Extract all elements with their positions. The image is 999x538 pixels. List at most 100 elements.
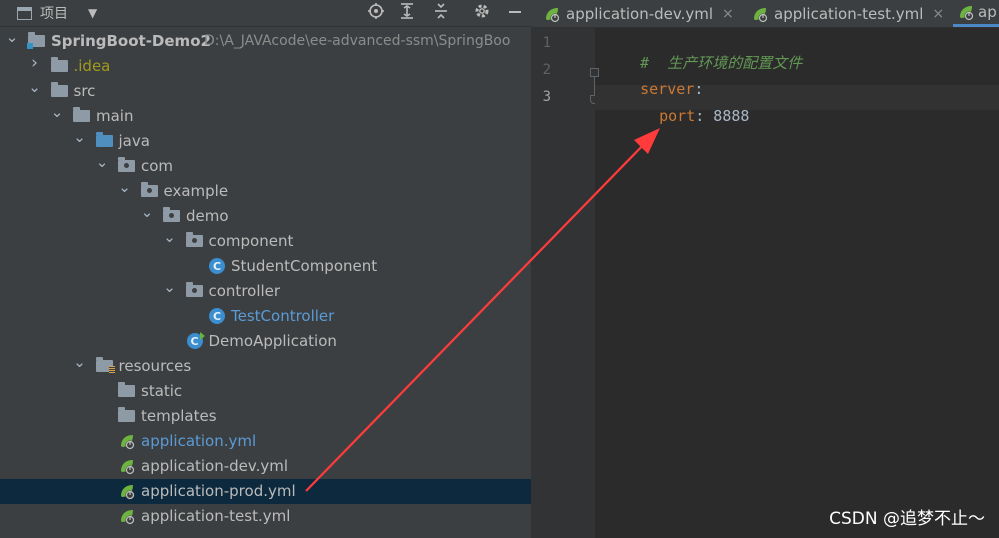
chevron-down-icon[interactable]: ⌄ xyxy=(163,228,176,246)
tab-application-prod[interactable]: ap xyxy=(953,0,999,27)
chevron-down-icon[interactable]: ⌄ xyxy=(51,103,64,121)
spring-boot-class-icon: C xyxy=(186,332,205,349)
folder-icon xyxy=(50,57,68,72)
class-icon: C xyxy=(209,308,225,324)
tree-item-resources[interactable]: ⌄ resources xyxy=(0,353,531,379)
tree-item-application-yml[interactable]: application.yml xyxy=(0,429,531,454)
tree-item-label: application-prod.yml xyxy=(141,482,296,500)
tree-item-label: component xyxy=(208,232,294,250)
tab-label: ap xyxy=(978,3,997,21)
package-icon xyxy=(140,182,158,197)
tree-item-application-dev-yml[interactable]: application-dev.yml xyxy=(0,454,531,479)
chevron-down-icon[interactable]: ⌄ xyxy=(73,353,86,371)
tab-application-test[interactable]: application-test.yml × xyxy=(751,0,944,27)
line-number: 1 xyxy=(542,35,551,51)
tree-item-label: static xyxy=(141,382,183,400)
tree-item-label: demo xyxy=(186,207,229,225)
tab-label: application-dev.yml xyxy=(566,4,714,23)
watermark: CSDN @追梦不止～ xyxy=(829,509,985,529)
project-view-selector[interactable]: 项目 ▼ xyxy=(17,3,97,23)
tree-item-springboot-demo2[interactable]: ⌄ SpringBoot-Demo2 D:\A_JAVAcode\ee-advanc… xyxy=(0,28,531,54)
tree-item-component[interactable]: ⌄ component xyxy=(0,228,531,254)
tree-item-application-test-yml[interactable]: application-test.yml xyxy=(0,504,531,529)
yaml-colon: : xyxy=(695,107,705,125)
tree-item-com[interactable]: ⌄ com xyxy=(0,153,531,179)
tree-item-templates[interactable]: templates xyxy=(0,404,531,429)
tree-item-label: DemoApplication xyxy=(208,332,337,350)
folder-icon xyxy=(118,382,135,397)
module-folder-icon xyxy=(27,32,45,49)
chevron-right-icon[interactable]: › xyxy=(29,53,41,73)
chevron-down-icon[interactable]: ⌄ xyxy=(73,128,86,146)
tree-item-studentcomponent[interactable]: C StudentComponent xyxy=(0,254,531,279)
tree-item-demo[interactable]: ⌄ demo xyxy=(0,203,531,229)
locate-icon[interactable] xyxy=(365,0,387,22)
tree-item-label: templates xyxy=(141,407,217,425)
folder-icon xyxy=(50,82,68,97)
tree-item-java[interactable]: ⌄ java xyxy=(0,128,531,154)
close-icon[interactable]: × xyxy=(932,6,944,22)
editor-area: application-dev.yml × application-test.y… xyxy=(531,0,999,538)
yaml-key: port xyxy=(659,107,696,125)
package-icon xyxy=(185,282,203,297)
minimize-icon[interactable] xyxy=(504,0,526,22)
project-panel-header: 项目 ▼ xyxy=(0,0,531,27)
tab-label: application-test.yml xyxy=(774,4,924,23)
package-icon xyxy=(185,232,203,247)
tree-item-main[interactable]: ⌄ main xyxy=(0,103,531,129)
tab-application-dev[interactable]: application-dev.yml × xyxy=(543,0,734,27)
tree-item-label: application-dev.yml xyxy=(141,457,289,475)
project-path: D:\A_JAVAcode\ee-advanced-ssm\SpringBoo xyxy=(204,33,511,49)
tree-item-controller[interactable]: ⌄ controller xyxy=(0,278,531,304)
code-line-3[interactable]: port: 8888 xyxy=(623,89,749,143)
tree-item-label: src xyxy=(73,82,96,100)
tree-item-example[interactable]: ⌄ example xyxy=(0,178,531,204)
package-icon xyxy=(163,207,180,222)
spring-yml-icon xyxy=(118,482,136,500)
expand-all-icon[interactable] xyxy=(396,0,418,22)
chevron-down-icon[interactable]: ⌄ xyxy=(163,278,176,296)
tree-item-label: StudentComponent xyxy=(231,257,378,275)
project-window-icon xyxy=(17,6,32,20)
class-icon: C xyxy=(209,258,225,274)
spring-yml-icon xyxy=(118,457,136,475)
folder-icon xyxy=(118,407,135,422)
folder-icon xyxy=(73,107,90,122)
spring-yml-icon xyxy=(118,507,136,525)
tree-item-idea[interactable]: › .idea xyxy=(0,53,531,79)
tree-item-src[interactable]: ⌄ src xyxy=(0,78,531,104)
tree-item-demoapplication[interactable]: C DemoApplication xyxy=(0,329,531,354)
tree-item-label: application.yml xyxy=(141,432,257,450)
tree-item-testcontroller[interactable]: C TestController xyxy=(0,304,531,329)
chevron-down-icon[interactable]: ⌄ xyxy=(141,203,154,221)
chevron-down-icon[interactable]: ⌄ xyxy=(118,178,131,196)
fold-marker-icon[interactable] xyxy=(590,68,599,77)
tree-item-application-prod-yml[interactable]: application-prod.yml xyxy=(0,479,531,504)
spring-yml-icon xyxy=(754,7,768,22)
close-icon[interactable]: × xyxy=(722,6,734,22)
spring-yml-icon xyxy=(546,7,560,22)
tree-item-label: controller xyxy=(208,282,281,300)
tree-item-label: application-test.yml xyxy=(141,507,291,525)
tree-item-label: com xyxy=(141,157,174,175)
editor-gutter: 1 2 3 xyxy=(531,28,599,538)
tree-item-label: java xyxy=(118,132,150,150)
project-panel-title: 项目 xyxy=(40,6,68,22)
tree-item-label: resources xyxy=(118,357,192,375)
tree-item-label: TestController xyxy=(231,307,335,325)
resources-folder-icon xyxy=(95,357,115,374)
editor-tabs: application-dev.yml × application-test.y… xyxy=(531,0,999,28)
gear-icon[interactable] xyxy=(471,0,493,22)
collapse-all-icon[interactable] xyxy=(430,0,452,22)
tree-item-label: example xyxy=(163,182,229,200)
chevron-down-icon[interactable]: ⌄ xyxy=(96,153,109,171)
tree-item-static[interactable]: static xyxy=(0,379,531,404)
chevron-down-icon[interactable]: ⌄ xyxy=(28,78,41,96)
yaml-value: 8888 xyxy=(704,107,750,125)
tree-item-label: main xyxy=(96,107,134,125)
chevron-down-icon[interactable]: ▼ xyxy=(88,6,97,20)
chevron-down-icon[interactable]: ⌄ xyxy=(6,28,19,46)
spring-yml-icon xyxy=(960,6,974,21)
line-number: 3 xyxy=(542,89,551,105)
package-icon xyxy=(118,157,135,172)
